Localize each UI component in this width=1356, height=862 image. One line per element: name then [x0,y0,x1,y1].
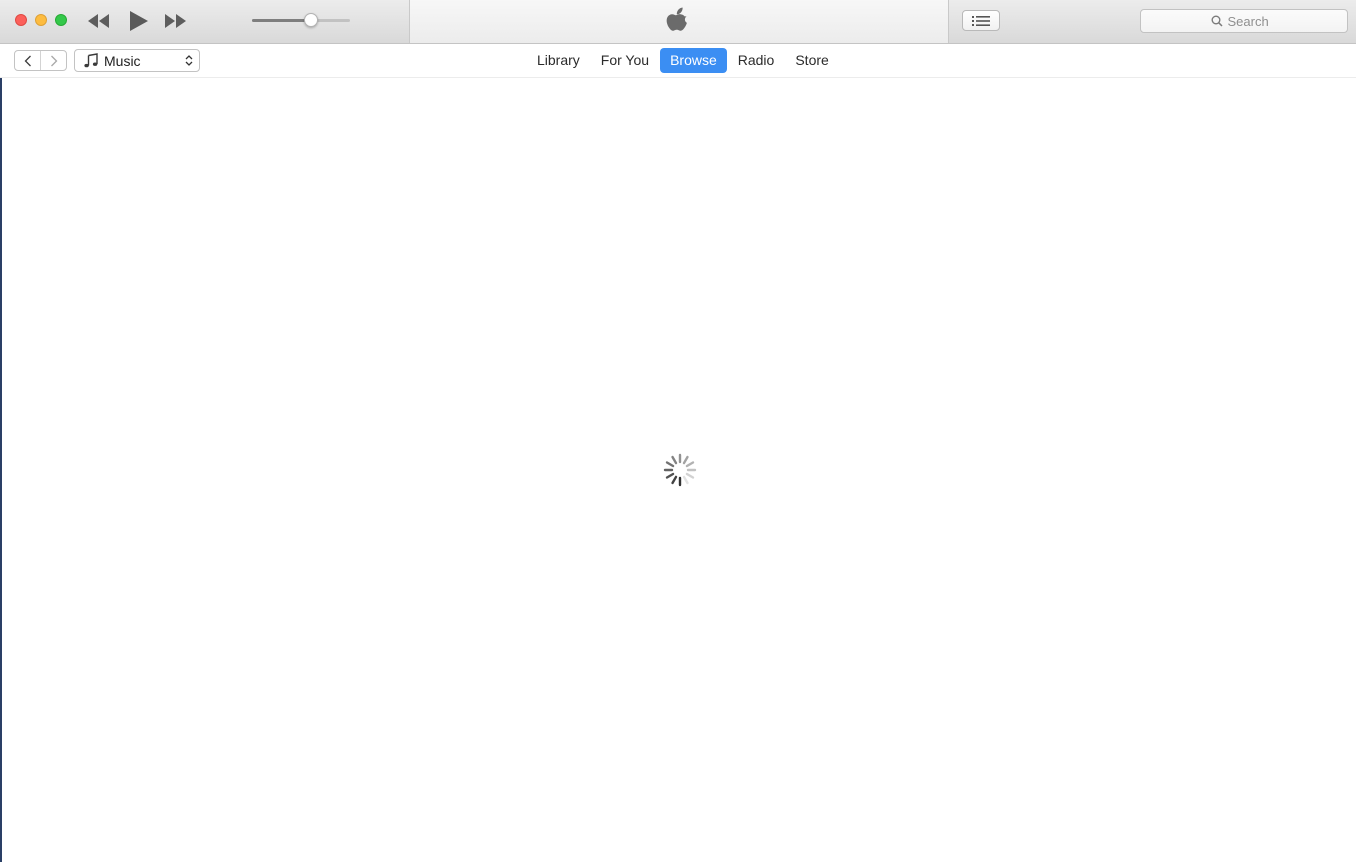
media-kind-select[interactable]: Music [74,49,200,72]
search-field[interactable] [1140,9,1348,33]
history-nav [14,50,67,71]
list-icon [972,15,990,26]
spinner-spoke [671,475,678,485]
apple-logo-icon [666,7,687,31]
volume-slider[interactable] [252,13,350,27]
back-button[interactable] [15,51,40,70]
rewind-icon [88,14,109,28]
spinner-spoke [685,461,695,468]
volume-level [252,19,311,22]
tab-store[interactable]: Store [785,48,838,73]
window-left-edge [0,0,2,862]
chevron-right-icon [50,55,57,66]
spinner-spoke [682,475,689,485]
navigation-bar: Music Library For You Browse Radio Store [0,44,1356,78]
forward-button[interactable] [40,51,66,70]
search-input[interactable] [1227,13,1278,29]
volume-knob[interactable] [303,13,318,27]
play-icon [130,11,148,31]
search-icon [1211,15,1223,27]
minimize-window-button[interactable] [35,14,47,26]
title-toolbar [0,0,1356,44]
maximize-window-button[interactable] [55,14,67,26]
tab-library[interactable]: Library [527,48,590,73]
music-note-icon [84,53,98,68]
media-kind-label: Music [104,52,141,69]
close-window-button[interactable] [15,14,27,26]
spinner-spoke [685,472,695,479]
fast-forward-button[interactable] [162,6,188,36]
chevron-left-icon [24,55,31,66]
loading-spinner-icon [663,453,697,487]
rewind-button[interactable] [86,6,112,36]
play-button[interactable] [124,6,152,36]
spinner-spoke [671,455,678,465]
spinner-spoke [665,461,675,468]
tab-for-you[interactable]: For You [591,48,659,73]
tab-radio[interactable]: Radio [728,48,785,73]
section-tabs: Library For You Browse Radio Store [527,48,840,73]
up-next-list-button[interactable] [962,10,1000,31]
spinner-spoke [682,455,689,465]
spinner-spoke [665,472,675,479]
now-playing-display [409,0,949,43]
tab-browse[interactable]: Browse [660,48,727,73]
select-arrows-icon [185,55,193,66]
fast-forward-icon [165,14,186,28]
